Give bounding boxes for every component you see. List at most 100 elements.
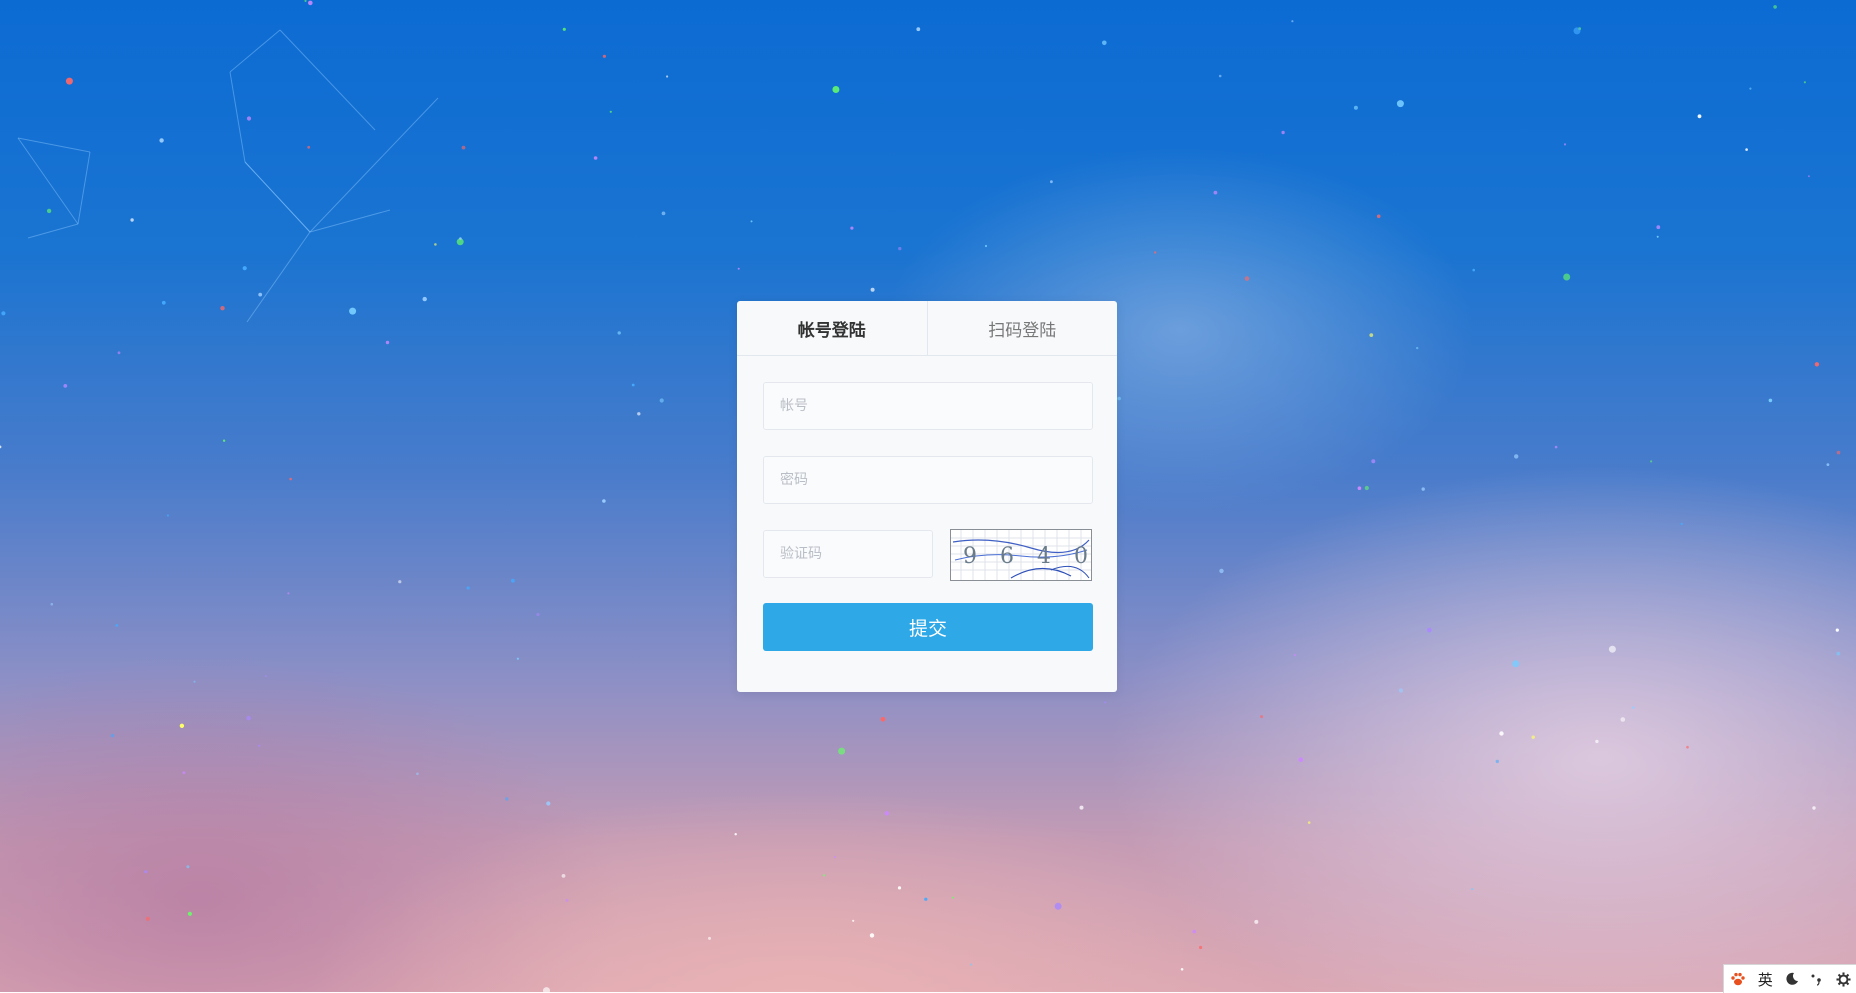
particle-link bbox=[244, 161, 311, 233]
password-input[interactable] bbox=[763, 456, 1093, 504]
particle-dot bbox=[1307, 821, 1311, 824]
particle-dot bbox=[1563, 273, 1571, 281]
captcha-image[interactable]: 9 6 4 0 bbox=[950, 529, 1092, 581]
particle-dot bbox=[869, 933, 875, 938]
particle-dot bbox=[187, 911, 192, 916]
particle-dot bbox=[1835, 628, 1839, 632]
particle-link bbox=[27, 223, 79, 239]
particle-dot bbox=[1192, 929, 1196, 934]
login-tabs: 帐号登陆 扫码登陆 bbox=[737, 301, 1117, 356]
particle-dot bbox=[1199, 945, 1203, 950]
particle-dot bbox=[246, 715, 251, 721]
particle-dot bbox=[166, 514, 169, 517]
particle-dot bbox=[1353, 105, 1358, 110]
particle-dot bbox=[602, 499, 606, 503]
particle-dot bbox=[952, 896, 954, 899]
particle-dot bbox=[1650, 460, 1653, 463]
particle-dot bbox=[1117, 396, 1121, 401]
particle-dot bbox=[246, 116, 252, 121]
particle-dot bbox=[924, 897, 928, 901]
moon-icon[interactable] bbox=[1785, 972, 1799, 986]
particle-dot bbox=[1620, 717, 1626, 722]
particle-dot bbox=[833, 855, 837, 859]
gear-icon[interactable] bbox=[1836, 971, 1851, 987]
particle-dot bbox=[242, 266, 247, 271]
punctuation-icon[interactable] bbox=[1810, 972, 1824, 986]
particle-dot bbox=[1180, 968, 1184, 971]
particle-dot bbox=[609, 110, 612, 113]
particle-dot bbox=[385, 340, 390, 345]
particle-dot bbox=[144, 870, 148, 874]
particle-dot bbox=[838, 747, 846, 755]
particle-dot bbox=[916, 27, 921, 32]
particle-dot bbox=[182, 771, 186, 775]
tab-qrcode-login[interactable]: 扫码登陆 bbox=[926, 301, 1118, 355]
particle-dot bbox=[1826, 463, 1830, 466]
particle-dot bbox=[289, 477, 292, 481]
particle-dot bbox=[1573, 27, 1581, 35]
particle-link bbox=[229, 29, 281, 73]
particle-dot bbox=[1104, 701, 1107, 704]
particle-dot bbox=[1595, 739, 1599, 744]
particle-dot bbox=[265, 675, 268, 678]
particle-dot bbox=[416, 772, 419, 776]
particle-dot bbox=[516, 657, 520, 660]
particle-dot bbox=[850, 226, 854, 230]
ime-language-label[interactable]: 英 bbox=[1758, 969, 1773, 990]
particle-dot bbox=[737, 267, 740, 270]
particle-link bbox=[17, 137, 91, 153]
particle-dot bbox=[145, 916, 150, 921]
particle-dot bbox=[1398, 688, 1403, 693]
particle-dot bbox=[870, 287, 875, 292]
particle-dot bbox=[505, 797, 509, 801]
particle-dot bbox=[1697, 114, 1702, 119]
particle-dot bbox=[536, 612, 540, 617]
particle-dot bbox=[1219, 568, 1224, 574]
particle-dot bbox=[398, 580, 402, 584]
particle-dot bbox=[1291, 20, 1294, 23]
particle-dot bbox=[1745, 148, 1748, 151]
particle-dot bbox=[1563, 143, 1567, 146]
particle-dot bbox=[1054, 902, 1062, 910]
particle-dot bbox=[179, 723, 185, 728]
particle-dot bbox=[287, 592, 290, 595]
particle-dot bbox=[349, 307, 357, 315]
particle-dot bbox=[115, 624, 119, 627]
paw-icon[interactable] bbox=[1730, 971, 1746, 987]
particle-dot bbox=[1768, 398, 1773, 403]
particle-dot bbox=[1369, 333, 1374, 337]
particle-dot bbox=[708, 936, 711, 940]
particle-dot bbox=[308, 0, 313, 6]
particle-dot bbox=[897, 886, 902, 890]
particle-dot bbox=[1803, 81, 1806, 84]
particle-dot bbox=[220, 306, 225, 311]
particle-dot bbox=[1749, 87, 1752, 90]
account-input[interactable] bbox=[763, 382, 1093, 430]
particle-dot bbox=[984, 244, 988, 248]
particle-dot bbox=[1656, 225, 1661, 230]
particle-dot bbox=[1472, 268, 1475, 272]
particle-dot bbox=[1416, 346, 1419, 350]
particle-dot bbox=[884, 811, 890, 816]
captcha-input[interactable] bbox=[763, 530, 933, 578]
particle-dot bbox=[459, 237, 462, 240]
particle-dot bbox=[1656, 235, 1659, 238]
submit-button[interactable]: 提交 bbox=[763, 603, 1093, 651]
particle-dot bbox=[0, 445, 2, 449]
particle-dot bbox=[1376, 214, 1381, 219]
particle-dot bbox=[562, 27, 566, 31]
particle-dot bbox=[1260, 715, 1264, 719]
particle-dot bbox=[852, 919, 855, 922]
particle-dot bbox=[161, 300, 166, 305]
tab-account-login[interactable]: 帐号登陆 bbox=[737, 301, 927, 355]
particle-dot bbox=[898, 246, 902, 251]
particle-dot bbox=[1079, 805, 1084, 810]
login-card: 帐号登陆 扫码登陆 9 6 4 0 提交 bbox=[737, 301, 1117, 692]
particle-dot bbox=[117, 351, 121, 355]
ime-toolbar: 英 bbox=[1723, 964, 1856, 993]
particle-dot bbox=[1531, 735, 1535, 739]
particle-dot bbox=[1554, 445, 1558, 449]
particle-dot bbox=[1773, 5, 1777, 9]
particle-dot bbox=[750, 220, 753, 223]
particle-dot bbox=[1427, 627, 1432, 633]
